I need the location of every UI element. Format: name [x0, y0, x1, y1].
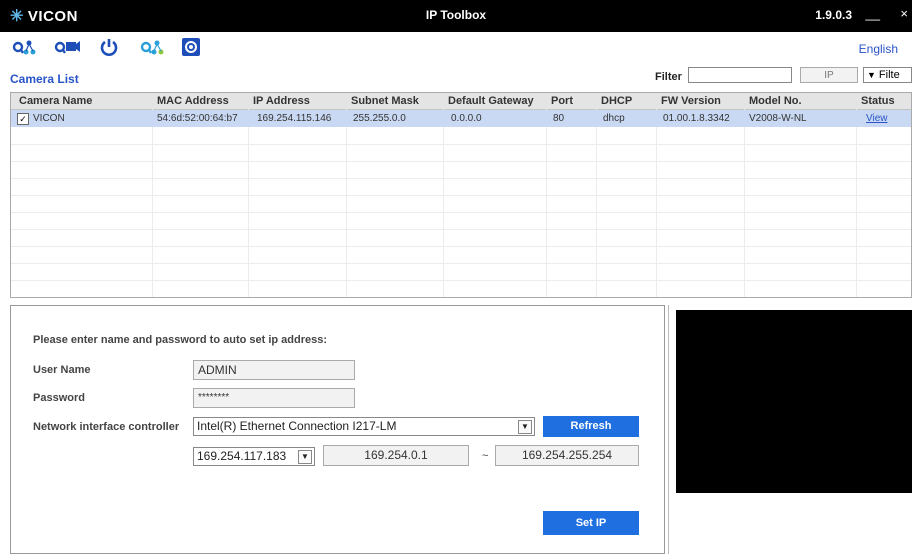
nic-dropdown[interactable]: Intel(R) Ethernet Connection I217-LM ▼	[193, 417, 535, 436]
cell-dhcp: dhcp	[603, 113, 625, 124]
cell-gateway: 0.0.0.0	[451, 113, 482, 124]
filter-input[interactable]	[688, 67, 792, 83]
search-camera-icon[interactable]	[54, 36, 80, 58]
cell-fw: 01.00.1.8.3342	[663, 113, 730, 124]
auto-ip-panel: Please enter name and password to auto s…	[10, 305, 665, 554]
network-settings-icon[interactable]	[140, 36, 164, 58]
range-start-field[interactable]: 169.254.0.1	[323, 445, 469, 466]
row-divider	[11, 263, 911, 264]
column-divider	[443, 109, 444, 297]
col-model-no[interactable]: Model No.	[749, 95, 802, 107]
nic-value: Intel(R) Ethernet Connection I217-LM	[197, 419, 397, 433]
cell-camera-name: VICON	[33, 113, 65, 124]
cell-model: V2008-W-NL	[749, 113, 807, 124]
row-divider	[11, 229, 911, 230]
filter-type-dropdown[interactable]: ▼ Filte	[863, 67, 912, 83]
minimize-button[interactable]: __	[866, 6, 880, 21]
column-divider	[152, 109, 153, 297]
row-divider	[11, 178, 911, 179]
filter-label: Filter	[655, 71, 682, 83]
status-view-link[interactable]: View	[866, 113, 888, 124]
column-divider	[248, 109, 249, 297]
column-divider	[744, 109, 745, 297]
reboot-icon[interactable]	[98, 36, 120, 58]
cell-ip: 169.254.115.146	[257, 113, 332, 124]
nic-label: Network interface controller	[33, 421, 180, 433]
range-end-field[interactable]: 169.254.255.254	[495, 445, 639, 466]
row-divider	[11, 195, 911, 196]
firmware-update-icon[interactable]	[180, 36, 202, 58]
col-dhcp[interactable]: DHCP	[601, 95, 632, 107]
col-ip-address[interactable]: IP Address	[253, 95, 310, 107]
local-ip-dropdown[interactable]: 169.254.117.183 ▼	[193, 447, 315, 466]
auto-ip-prompt: Please enter name and password to auto s…	[33, 334, 328, 346]
col-fw-version[interactable]: FW Version	[661, 95, 721, 107]
row-divider	[11, 161, 911, 162]
close-button[interactable]: ×	[900, 6, 908, 21]
col-port[interactable]: Port	[551, 95, 573, 107]
table-row[interactable]: ✓ VICON 54:6d:52:00:64:b7 169.254.115.14…	[11, 110, 911, 127]
password-label: Password	[33, 392, 85, 404]
camera-list-label: Camera List	[10, 72, 79, 86]
column-divider	[856, 109, 857, 297]
refresh-button[interactable]: Refresh	[543, 416, 639, 437]
col-status[interactable]: Status	[861, 95, 895, 107]
password-input[interactable]: ********	[193, 388, 355, 408]
user-name-input[interactable]: ADMIN	[193, 360, 355, 380]
local-ip-value: 169.254.117.183	[197, 449, 287, 463]
camera-preview	[676, 310, 912, 493]
filter-ip-field[interactable]: IP	[800, 67, 858, 83]
column-divider	[346, 109, 347, 297]
version-label: 1.9.0.3	[815, 8, 852, 22]
dropdown-arrow-icon: ▼	[867, 70, 876, 80]
user-name-label: User Name	[33, 364, 91, 376]
dropdown-arrow-icon: ▼	[518, 420, 532, 434]
cell-port: 80	[553, 113, 565, 124]
camera-table: Camera Name MAC Address IP Address Subne…	[10, 92, 912, 298]
col-mac-address[interactable]: MAC Address	[157, 95, 229, 107]
col-subnet-mask[interactable]: Subnet Mask	[351, 95, 419, 107]
column-divider	[546, 109, 547, 297]
table-header: Camera Name MAC Address IP Address Subne…	[11, 93, 911, 110]
title-bar: ✳ VICON IP Toolbox 1.9.0.3 __ ×	[0, 0, 912, 32]
row-checkbox[interactable]: ✓	[17, 113, 29, 125]
range-separator: ~	[482, 450, 489, 462]
row-divider	[11, 212, 911, 213]
col-default-gateway[interactable]: Default Gateway	[448, 95, 534, 107]
dropdown-arrow-icon: ▼	[298, 450, 312, 464]
language-link[interactable]: English	[859, 42, 898, 56]
filter-type-value: Filte	[878, 69, 900, 81]
cell-subnet: 255.255.0.0	[353, 113, 406, 124]
window-title: IP Toolbox	[425, 8, 487, 22]
toolbar: English	[0, 32, 912, 62]
row-divider	[11, 246, 911, 247]
column-divider	[656, 109, 657, 297]
cell-mac: 54:6d:52:00:64:b7	[157, 113, 238, 124]
search-network-icon[interactable]	[12, 36, 36, 58]
row-divider	[11, 280, 911, 281]
set-ip-button[interactable]: Set IP	[543, 511, 639, 535]
col-camera-name[interactable]: Camera Name	[19, 95, 92, 107]
row-divider	[11, 144, 911, 145]
column-divider	[596, 109, 597, 297]
